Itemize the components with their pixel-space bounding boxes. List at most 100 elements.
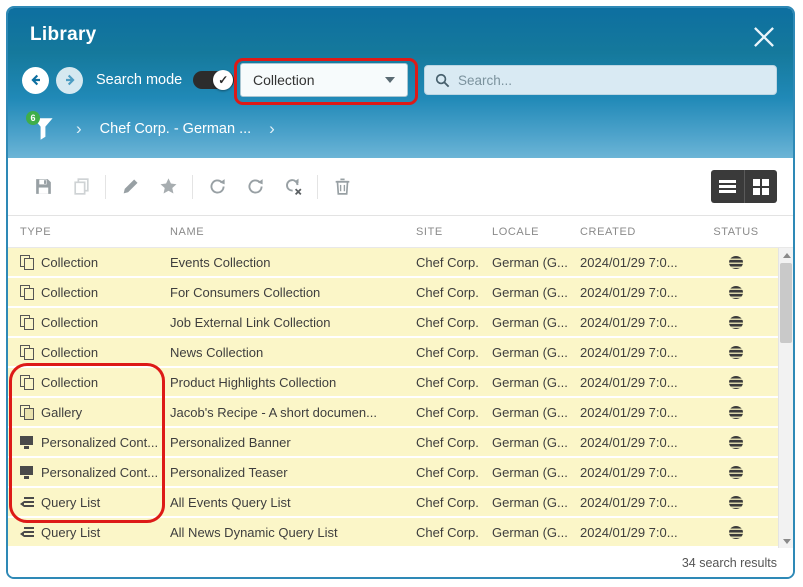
type-cell: Collection: [8, 315, 170, 330]
name-cell: Job External Link Collection: [170, 315, 416, 330]
column-header-type[interactable]: TYPE: [8, 226, 170, 238]
view-switcher: [711, 170, 777, 203]
type-filter-value: Collection: [253, 72, 385, 88]
window-header: Library Search mode ✓ Collection: [8, 8, 793, 158]
publication-status-icon: [729, 496, 743, 509]
breadcrumb-path[interactable]: Chef Corp. - German ...: [100, 121, 252, 137]
favorite-button[interactable]: [149, 170, 187, 204]
status-cell: [708, 436, 764, 449]
type-label: Collection: [41, 255, 98, 270]
column-header-status[interactable]: STATUS: [708, 226, 764, 238]
content-type-icon: [20, 465, 34, 479]
breadcrumb-chevron: ›: [269, 119, 275, 139]
column-header-name[interactable]: NAME: [170, 226, 416, 238]
type-label: Query List: [41, 525, 100, 540]
table-row[interactable]: Collection For Consumers Collection Chef…: [8, 278, 778, 308]
locale-cell: German (G...: [492, 495, 580, 510]
created-cell: 2024/01/29 7:0...: [580, 285, 708, 300]
table-row[interactable]: Collection Job External Link Collection …: [8, 308, 778, 338]
site-cell: Chef Corp.: [416, 255, 492, 270]
search-box: [424, 65, 777, 95]
back-button[interactable]: [22, 67, 49, 94]
table-row[interactable]: Query List All News Dynamic Query List C…: [8, 518, 778, 548]
created-cell: 2024/01/29 7:0...: [580, 375, 708, 390]
approve-button[interactable]: [198, 170, 236, 204]
close-icon[interactable]: [751, 24, 777, 50]
toolbar-separator: [317, 175, 318, 199]
site-cell: Chef Corp.: [416, 285, 492, 300]
scroll-down-arrow-icon[interactable]: [779, 534, 794, 548]
status-cell: [708, 526, 764, 539]
site-cell: Chef Corp.: [416, 525, 492, 540]
list-view-button[interactable]: [711, 170, 744, 203]
table-row[interactable]: Gallery Jacob's Recipe - A short documen…: [8, 398, 778, 428]
type-cell: Query List: [8, 495, 170, 510]
copy-button[interactable]: [62, 170, 100, 204]
type-cell: Personalized Cont...: [8, 465, 170, 480]
search-mode-toggle[interactable]: ✓: [193, 71, 234, 89]
vertical-scrollbar[interactable]: [778, 248, 793, 548]
type-cell: Collection: [8, 375, 170, 390]
breadcrumb-chevron: ›: [76, 119, 82, 139]
type-label: Personalized Cont...: [41, 465, 158, 480]
scroll-up-arrow-icon[interactable]: [779, 248, 794, 262]
publication-status-icon: [729, 286, 743, 299]
toolbar-separator: [192, 175, 193, 199]
publication-status-icon: [729, 376, 743, 389]
status-cell: [708, 406, 764, 419]
name-cell: Personalized Banner: [170, 435, 416, 450]
nav-cluster: Search mode ✓: [22, 66, 234, 94]
library-window: Library Search mode ✓ Collection: [6, 6, 795, 579]
filter-count-badge: 6: [26, 111, 40, 125]
scrollbar-thumb[interactable]: [780, 263, 792, 343]
publish-button[interactable]: [236, 170, 274, 204]
delete-button[interactable]: [323, 170, 361, 204]
edit-button[interactable]: [111, 170, 149, 204]
table-row[interactable]: Collection Events Collection Chef Corp. …: [8, 248, 778, 278]
name-cell: Jacob's Recipe - A short documen...: [170, 405, 416, 420]
withdraw-button[interactable]: [274, 170, 312, 204]
results-table: Collection Events Collection Chef Corp. …: [8, 248, 793, 548]
site-cell: Chef Corp.: [416, 465, 492, 480]
type-cell: Collection: [8, 255, 170, 270]
filter-funnel-icon[interactable]: 6: [32, 117, 54, 141]
status-cell: [708, 496, 764, 509]
search-input[interactable]: [458, 73, 767, 88]
save-button[interactable]: [24, 170, 62, 204]
publication-status-icon: [729, 316, 743, 329]
site-cell: Chef Corp.: [416, 435, 492, 450]
column-header-locale[interactable]: LOCALE: [492, 226, 580, 238]
column-header-site[interactable]: SITE: [416, 226, 492, 238]
locale-cell: German (G...: [492, 285, 580, 300]
name-cell: Product Highlights Collection: [170, 375, 416, 390]
table-row[interactable]: Collection News Collection Chef Corp. Ge…: [8, 338, 778, 368]
content-type-icon: [20, 495, 34, 509]
site-cell: Chef Corp.: [416, 405, 492, 420]
created-cell: 2024/01/29 7:0...: [580, 435, 708, 450]
content-type-icon: [20, 255, 34, 269]
content-type-icon: [20, 435, 34, 449]
created-cell: 2024/01/29 7:0...: [580, 465, 708, 480]
table-row[interactable]: Query List All Events Query List Chef Co…: [8, 488, 778, 518]
table-row[interactable]: Personalized Cont... Personalized Banner…: [8, 428, 778, 458]
table-row[interactable]: Personalized Cont... Personalized Teaser…: [8, 458, 778, 488]
breadcrumb: 6 › Chef Corp. - German ... ›: [8, 104, 793, 154]
status-cell: [708, 376, 764, 389]
table-row[interactable]: Collection Product Highlights Collection…: [8, 368, 778, 398]
grid-view-button[interactable]: [744, 170, 777, 203]
column-header-created[interactable]: CREATED: [580, 226, 708, 238]
forward-button[interactable]: [56, 67, 83, 94]
type-label: Collection: [41, 345, 98, 360]
status-cell: [708, 256, 764, 269]
locale-cell: German (G...: [492, 435, 580, 450]
type-cell: Query List: [8, 525, 170, 540]
publication-status-icon: [729, 466, 743, 479]
toolbar-separator: [105, 175, 106, 199]
publication-status-icon: [729, 436, 743, 449]
name-cell: News Collection: [170, 345, 416, 360]
type-filter-dropdown[interactable]: Collection: [240, 63, 408, 97]
created-cell: 2024/01/29 7:0...: [580, 405, 708, 420]
name-cell: Personalized Teaser: [170, 465, 416, 480]
publication-status-icon: [729, 256, 743, 269]
type-label: Collection: [41, 315, 98, 330]
